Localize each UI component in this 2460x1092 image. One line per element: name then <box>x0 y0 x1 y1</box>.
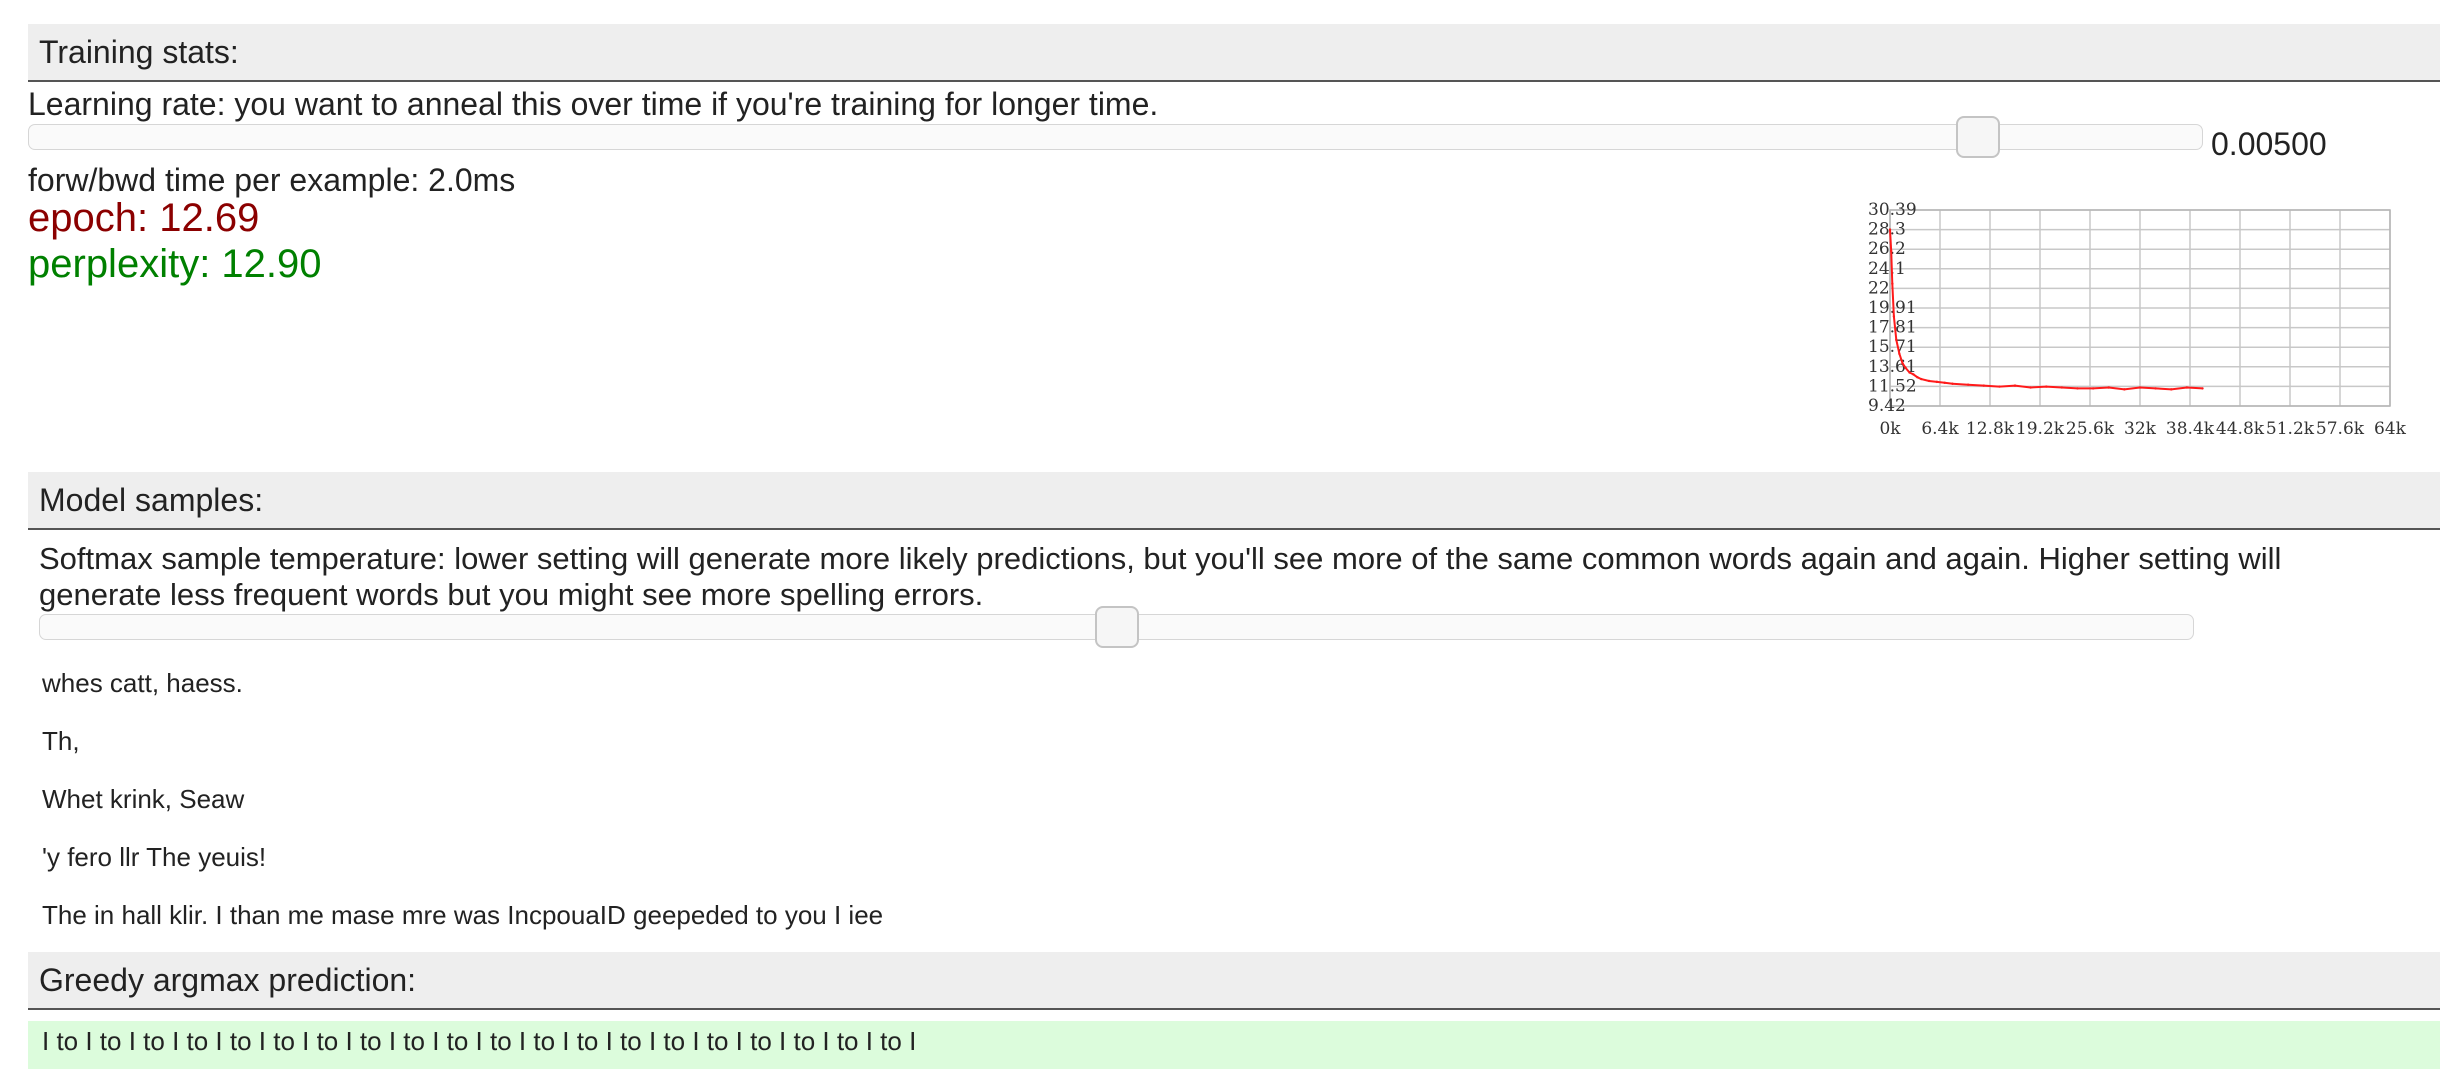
greedy-prediction-output: I to I to I to I to I to I to I to I to … <box>28 1021 2440 1069</box>
chart-data-point <box>2091 387 2095 390</box>
chart-data-point <box>1892 315 1896 318</box>
epoch-value: epoch: 12.69 <box>28 196 260 240</box>
chart-x-tick-label: 64k <box>2374 419 2407 439</box>
chart-y-tick-label: 17.81 <box>1868 318 1917 338</box>
chart-data-point <box>1966 383 1970 386</box>
chart-data-point <box>1888 228 1892 231</box>
chart-data-point <box>1912 373 1915 376</box>
chart-data-point <box>1891 282 1894 285</box>
chart-data-point <box>2138 386 2142 389</box>
chart-data-point <box>1916 376 1919 379</box>
chart-data-point <box>2154 387 2157 390</box>
temperature-slider-handle[interactable] <box>1094 606 1139 648</box>
chart-y-tick-label: 30.39 <box>1868 200 1917 220</box>
chart-data-point <box>2201 387 2204 390</box>
chart-data-point <box>2029 386 2032 389</box>
chart-data-point <box>2123 388 2126 391</box>
chart-data-point <box>2045 385 2048 388</box>
chart-x-tick-label: 51.2k <box>2266 419 2315 439</box>
chart-x-tick-label: 57.6k <box>2316 419 2365 439</box>
temperature-description-line1: Softmax sample temperature: lower settin… <box>39 541 2282 576</box>
chart-y-tick-label: 13.61 <box>1868 357 1917 377</box>
sample-line: 'y fero llr The yeuis! <box>42 842 267 872</box>
chart-x-tick-label: 38.4k <box>2166 419 2215 439</box>
chart-data-point <box>1898 352 1901 356</box>
sample-line: whes catt, haess. <box>42 668 243 698</box>
chart-y-tick-label: 22 <box>1868 278 1890 298</box>
learning-rate-description: Learning rate: you want to anneal this o… <box>28 86 1159 122</box>
chart-data-point <box>1951 382 1954 385</box>
chart-x-tick-label: 19.2k <box>2016 419 2065 439</box>
chart-data-point <box>1904 366 1907 370</box>
perplexity-value: perplexity: 12.90 <box>28 242 322 286</box>
chart-data-point <box>1920 377 1923 381</box>
temperature-description-line2: generate less frequent words but you mig… <box>39 577 984 612</box>
chart-data-point <box>2185 386 2189 389</box>
chart-series-line <box>1889 229 2203 391</box>
chart-y-tick-label: 26.2 <box>1868 239 1906 259</box>
chart-y-tick-label: 9.42 <box>1868 396 1906 416</box>
chart-data-point <box>1998 385 2001 388</box>
chart-y-tick-label: 15.71 <box>1868 337 1917 357</box>
chart-data-point <box>2060 386 2064 389</box>
chart-data-point <box>1935 380 1939 384</box>
chart-data-point <box>1908 371 1911 374</box>
temperature-slider[interactable] <box>39 606 2194 648</box>
greedy-prediction-header: Greedy argmax prediction: <box>28 952 2440 1010</box>
chart-x-tick-label: 12.8k <box>1966 419 2015 439</box>
chart-data-point <box>1982 384 1985 387</box>
chart-x-tick-label: 6.4k <box>1921 419 1959 439</box>
greedy-prediction-title: Greedy argmax prediction: <box>39 962 417 998</box>
chart-data-point <box>1943 381 1946 385</box>
chart-y-tick-label: 28.3 <box>1868 220 1906 240</box>
chart-data-point <box>1901 361 1904 365</box>
chart-x-tick-label: 44.8k <box>2216 419 2265 439</box>
chart-data-point <box>2013 384 2017 387</box>
chart-data-point <box>2076 387 2079 390</box>
perplexity-chart: 30.3928.326.224.12219.9117.8115.7113.611… <box>1868 200 2407 439</box>
chart-x-tick-label: 32k <box>2124 419 2157 439</box>
training-stats-header: Training stats: <box>28 24 2440 82</box>
time-per-example: forw/bwd time per example: 2.0ms <box>28 162 516 198</box>
chart-x-tick-label: 0k <box>1879 419 1901 439</box>
chart-y-tick-label: 24.1 <box>1868 259 1906 279</box>
sample-line: The in hall klir. I than me mase mre was… <box>42 900 884 930</box>
chart-data-point <box>1927 379 1931 383</box>
chart-data-point <box>1895 338 1898 342</box>
learning-rate-value: 0.00500 <box>2211 126 2327 162</box>
sample-line: Th, <box>42 726 80 756</box>
sample-line: Whet krink, Seaw <box>42 784 245 814</box>
training-stats-title: Training stats: <box>39 34 239 70</box>
model-samples-title: Model samples: <box>39 482 264 518</box>
model-samples-header: Model samples: <box>28 472 2440 530</box>
chart-x-tick-label: 25.6k <box>2066 419 2115 439</box>
learning-rate-slider[interactable] <box>28 116 2203 158</box>
chart-data-point <box>2107 386 2110 389</box>
chart-data-point <box>1889 249 1893 253</box>
learning-rate-slider-handle[interactable] <box>1955 116 2000 158</box>
chart-data-point <box>2170 388 2173 391</box>
chart-y-tick-label: 11.52 <box>1868 376 1917 396</box>
